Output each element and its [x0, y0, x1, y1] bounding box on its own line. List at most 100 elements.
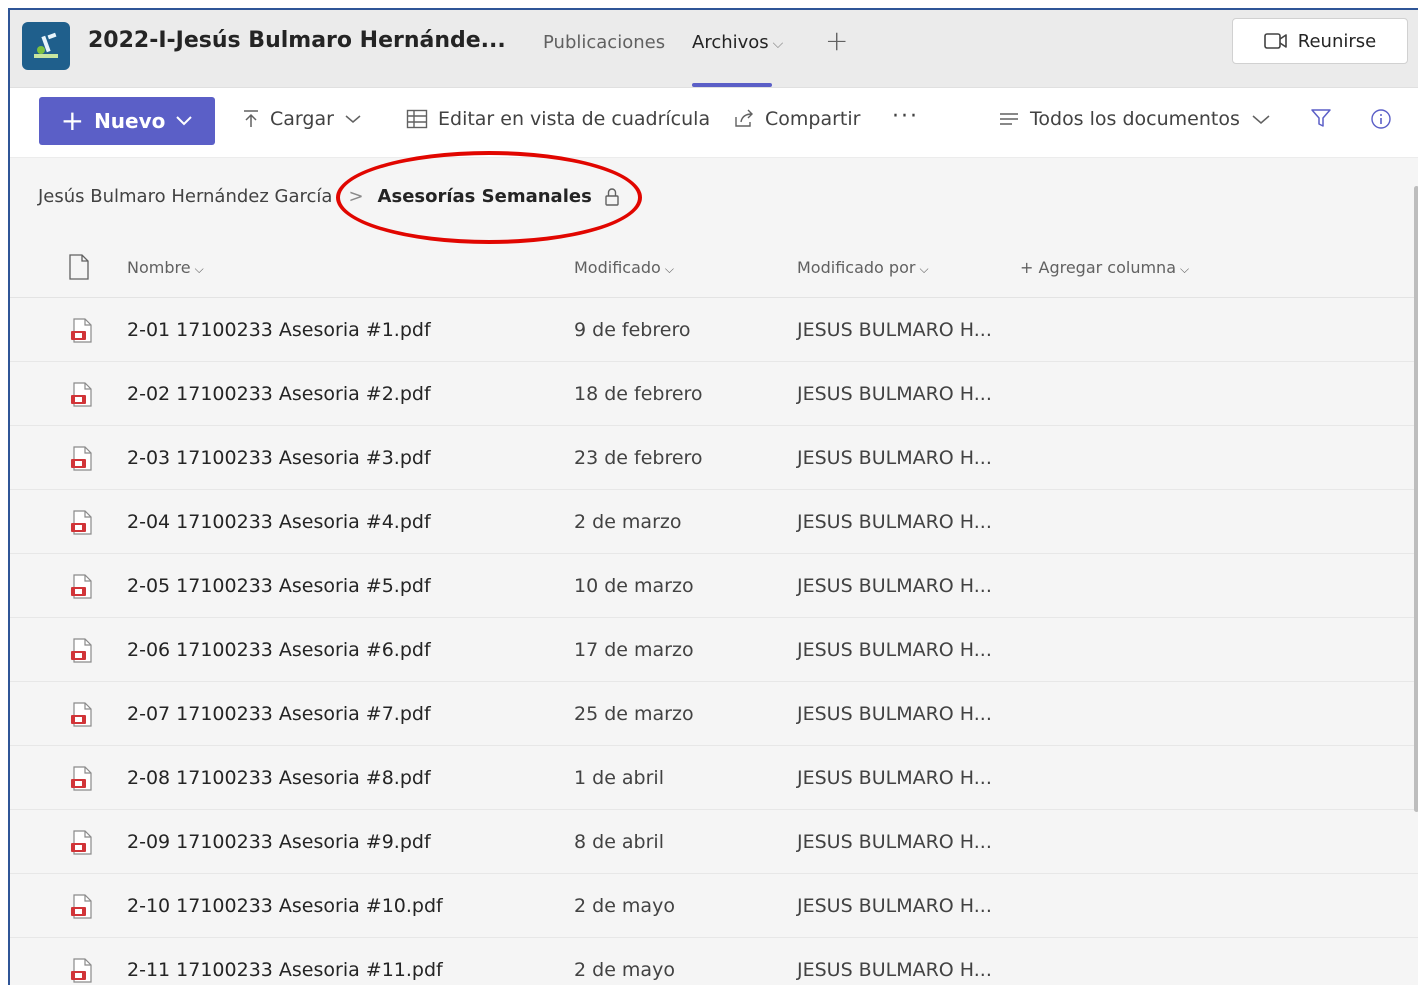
pdf-file-icon	[71, 958, 92, 983]
file-modified: 9 de febrero	[574, 319, 691, 341]
active-tab-indicator	[692, 83, 772, 87]
file-modified-by: JESUS BULMARO H...	[797, 831, 992, 853]
info-icon[interactable]	[1370, 108, 1392, 130]
share-button[interactable]: Compartir	[733, 108, 860, 130]
file-modified: 2 de marzo	[574, 511, 682, 533]
chevron-down-icon	[176, 116, 193, 126]
share-icon	[735, 109, 753, 127]
pdf-file-icon	[71, 830, 92, 855]
file-row[interactable]: 2-09 17100233 Asesoria #9.pdf 8 de abril…	[10, 810, 1418, 874]
pdf-file-icon	[71, 638, 92, 663]
chevron-down-icon: ⌵	[919, 262, 929, 276]
file-modified: 23 de febrero	[574, 447, 703, 469]
file-row[interactable]: 2-11 17100233 Asesoria #11.pdf 2 de mayo…	[10, 938, 1418, 985]
chevron-down-icon[interactable]: ⌵	[773, 36, 784, 52]
channel-header: 2022-I-Jesús Bulmaro Hernánde... Publica…	[10, 10, 1418, 88]
list-view-icon	[1000, 113, 1018, 125]
file-name[interactable]: 2-05 17100233 Asesoria #5.pdf	[127, 575, 431, 597]
file-name[interactable]: 2-09 17100233 Asesoria #9.pdf	[127, 831, 431, 853]
share-label: Compartir	[765, 108, 861, 130]
plus-icon: +	[60, 104, 85, 137]
file-modified: 25 de marzo	[574, 703, 694, 725]
pdf-file-icon	[71, 382, 92, 407]
video-camera-icon	[1263, 33, 1287, 49]
file-row[interactable]: 2-04 17100233 Asesoria #4.pdf 2 de marzo…	[10, 490, 1418, 554]
pdf-file-icon	[71, 894, 92, 919]
column-name[interactable]: Nombre ⌵	[127, 258, 204, 277]
chevron-down-icon: ⌵	[664, 262, 674, 276]
new-button[interactable]: + Nuevo	[39, 97, 215, 145]
more-options-icon[interactable]: ···	[892, 104, 919, 129]
breadcrumb-root[interactable]: Jesús Bulmaro Hernández García	[38, 186, 332, 207]
add-tab-icon[interactable]: +	[825, 24, 848, 57]
file-modified-by: JESUS BULMARO H...	[797, 447, 992, 469]
command-bar: + Nuevo Cargar Editar en vista de cuadrí…	[10, 88, 1418, 158]
file-name[interactable]: 2-02 17100233 Asesoria #2.pdf	[127, 383, 431, 405]
file-name[interactable]: 2-06 17100233 Asesoria #6.pdf	[127, 639, 431, 661]
column-modified-by[interactable]: Modificado por ⌵	[797, 258, 929, 277]
column-modified[interactable]: Modificado ⌵	[574, 258, 674, 277]
pdf-file-icon	[71, 766, 92, 791]
chevron-down-icon: ⌵	[1180, 262, 1190, 276]
file-modified: 2 de mayo	[574, 959, 675, 981]
column-header-row: Nombre ⌵ Modificado ⌵ Modificado por ⌵ + Ag…	[10, 236, 1418, 298]
breadcrumb-current[interactable]: Asesorías Semanales	[378, 186, 592, 207]
filter-icon[interactable]	[1310, 108, 1332, 128]
column-modified-by-label: Modificado por	[797, 258, 916, 277]
pdf-file-icon	[71, 510, 92, 535]
upload-label: Cargar	[270, 108, 334, 130]
chevron-down-icon: ⌵	[194, 262, 204, 276]
file-row[interactable]: 2-05 17100233 Asesoria #5.pdf 10 de marz…	[10, 554, 1418, 618]
grid-view-label: Editar en vista de cuadrícula	[438, 108, 711, 130]
pdf-file-icon	[71, 318, 92, 343]
file-row[interactable]: 2-07 17100233 Asesoria #7.pdf 25 de marz…	[10, 682, 1418, 746]
file-name[interactable]: 2-03 17100233 Asesoria #3.pdf	[127, 447, 431, 469]
new-button-label: Nuevo	[94, 109, 166, 133]
add-column-button[interactable]: + Agregar columna ⌵	[1020, 258, 1189, 277]
file-modified-by: JESUS BULMARO H...	[797, 319, 992, 341]
grid-view-button[interactable]: Editar en vista de cuadrícula	[406, 108, 710, 130]
vertical-scrollbar[interactable]	[1414, 186, 1418, 812]
upload-button[interactable]: Cargar	[242, 108, 362, 130]
team-logo-icon[interactable]	[22, 22, 70, 70]
file-name[interactable]: 2-04 17100233 Asesoria #4.pdf	[127, 511, 431, 533]
file-name[interactable]: 2-08 17100233 Asesoria #8.pdf	[127, 767, 431, 789]
file-modified: 8 de abril	[574, 831, 664, 853]
file-row[interactable]: 2-10 17100233 Asesoria #10.pdf 2 de mayo…	[10, 874, 1418, 938]
file-name[interactable]: 2-01 17100233 Asesoria #1.pdf	[127, 319, 431, 341]
file-name[interactable]: 2-10 17100233 Asesoria #10.pdf	[127, 895, 443, 917]
file-type-icon[interactable]	[68, 254, 90, 284]
file-modified-by: JESUS BULMARO H...	[797, 959, 992, 981]
tab-archivos-label: Archivos	[692, 32, 769, 53]
file-name[interactable]: 2-07 17100233 Asesoria #7.pdf	[127, 703, 431, 725]
team-title: 2022-I-Jesús Bulmaro Hernánde...	[88, 28, 506, 53]
file-modified-by: JESUS BULMARO H...	[797, 575, 992, 597]
file-name[interactable]: 2-11 17100233 Asesoria #11.pdf	[127, 959, 443, 981]
file-modified: 1 de abril	[574, 767, 664, 789]
pdf-file-icon	[71, 702, 92, 727]
view-selector[interactable]: Todos los documentos	[998, 108, 1272, 130]
column-modified-label: Modificado	[574, 258, 661, 277]
file-modified-by: JESUS BULMARO H...	[797, 703, 992, 725]
file-row[interactable]: 2-02 17100233 Asesoria #2.pdf 18 de febr…	[10, 362, 1418, 426]
file-row[interactable]: 2-06 17100233 Asesoria #6.pdf 17 de marz…	[10, 618, 1418, 682]
file-list: 2-01 17100233 Asesoria #1.pdf 9 de febre…	[10, 298, 1418, 985]
file-modified: 2 de mayo	[574, 895, 675, 917]
file-modified-by: JESUS BULMARO H...	[797, 895, 992, 917]
upload-icon	[244, 110, 258, 127]
tab-archivos[interactable]: Archivos ⌵	[692, 32, 783, 53]
meet-button[interactable]: Reunirse	[1232, 18, 1408, 64]
file-modified: 18 de febrero	[574, 383, 703, 405]
pdf-file-icon	[71, 446, 92, 471]
lock-icon	[604, 187, 620, 207]
column-name-label: Nombre	[127, 258, 191, 277]
add-column-label: + Agregar columna	[1020, 258, 1176, 277]
file-modified-by: JESUS BULMARO H...	[797, 511, 992, 533]
file-modified: 17 de marzo	[574, 639, 694, 661]
file-row[interactable]: 2-03 17100233 Asesoria #3.pdf 23 de febr…	[10, 426, 1418, 490]
file-row[interactable]: 2-08 17100233 Asesoria #8.pdf 1 de abril…	[10, 746, 1418, 810]
file-modified: 10 de marzo	[574, 575, 694, 597]
tab-publicaciones[interactable]: Publicaciones	[543, 32, 665, 53]
file-row[interactable]: 2-01 17100233 Asesoria #1.pdf 9 de febre…	[10, 298, 1418, 362]
file-modified-by: JESUS BULMARO H...	[797, 767, 992, 789]
